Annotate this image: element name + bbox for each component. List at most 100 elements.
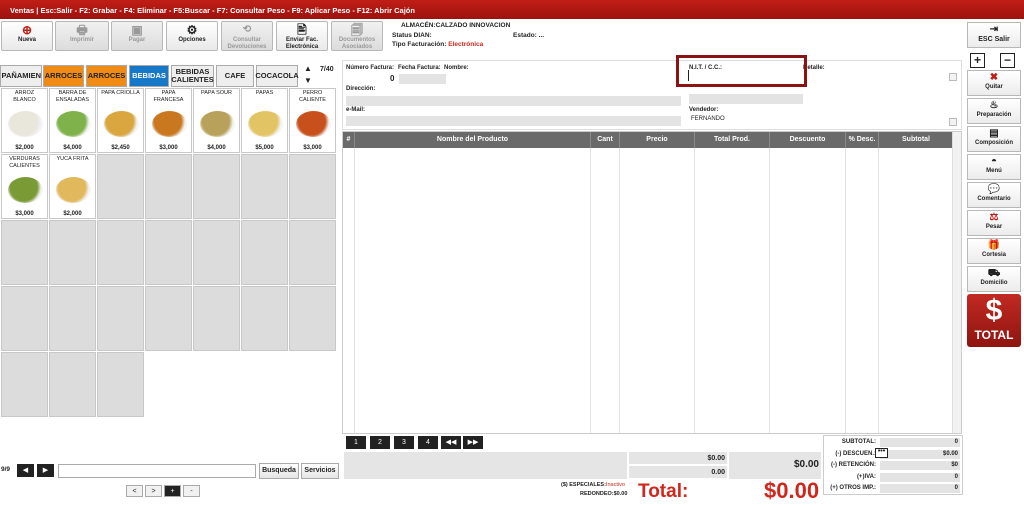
chef-hat-icon: ♨ (989, 100, 999, 111)
table-page-button[interactable]: 3 (394, 436, 414, 449)
product-tile[interactable]: BARRA DE ENSALADAS $4,000 (49, 88, 96, 153)
column-header[interactable]: # (343, 132, 355, 148)
column-header[interactable]: Descuento (770, 132, 846, 148)
product-name: PERRO CALIENTE (299, 90, 326, 103)
product-price: $3,000 (303, 145, 322, 151)
services-button[interactable]: Servicios (301, 463, 339, 479)
detail-scroll-up[interactable] (949, 73, 957, 81)
product-name: YUCA FRITA (56, 156, 89, 162)
product-tile[interactable]: YUCA FRITA $2,000 (49, 154, 96, 219)
category-up-icon[interactable]: ▲ (304, 64, 312, 73)
summary-label: SUBTOTAL: (841, 439, 876, 445)
next-page-button[interactable]: ▶ (37, 464, 54, 477)
email-field[interactable] (346, 116, 681, 126)
menu-button[interactable]: ◓ Menú (967, 154, 1021, 180)
print-button[interactable]: 🖶 Imprimir (55, 21, 109, 51)
category-tab[interactable]: MPAÑAMIEN (0, 65, 42, 87)
truck-icon: ⛟ (987, 268, 1001, 279)
empty-tile (193, 286, 240, 351)
phone-field[interactable] (689, 94, 803, 104)
gear-icon: ⚙ (186, 23, 198, 37)
product-price: $4,000 (207, 145, 226, 151)
detail-field[interactable] (803, 73, 953, 127)
column-header[interactable]: % Desc. (846, 132, 879, 148)
column-header[interactable]: Cant (591, 132, 620, 148)
nit-input[interactable] (688, 70, 804, 81)
column-header[interactable]: Subtotal (879, 132, 954, 148)
empty-tile (49, 286, 96, 351)
zoom-in-button[interactable]: + (164, 485, 181, 497)
column-header[interactable]: Total Prod. (695, 132, 770, 148)
weigh-button[interactable]: ⚖ Pesar (967, 210, 1021, 236)
send-electronic-invoice-button[interactable]: 🖹 Enviar Fac. Electrónica (276, 21, 328, 51)
search-input[interactable] (58, 464, 256, 478)
total-button[interactable]: $ TOTAL (967, 294, 1021, 347)
scroll-left-button[interactable]: < (126, 485, 143, 497)
search-button[interactable]: Busqueda (259, 463, 299, 479)
category-tab[interactable]: CAFE (216, 65, 254, 87)
associated-documents-button[interactable]: 🗐 Documentos Asociados (331, 21, 383, 51)
empty-tile (241, 286, 288, 351)
prev-page-button[interactable]: ◀ (17, 464, 34, 477)
category-down-icon[interactable]: ▼ (304, 76, 312, 85)
table-column (591, 148, 620, 433)
column-header[interactable]: Nombre del Producto (355, 132, 591, 148)
remove-button[interactable]: ✖ Quitar (967, 70, 1021, 96)
product-price: $2,000 (63, 211, 82, 217)
table-scrollbar[interactable] (952, 132, 961, 433)
category-tab[interactable]: ARROCES (86, 65, 127, 87)
table-last-button[interactable]: ▶▶ (463, 436, 483, 449)
zoom-out-button[interactable]: - (183, 485, 200, 497)
detail-scroll-down[interactable] (949, 118, 957, 126)
invoice-date-field[interactable] (399, 74, 446, 84)
category-tab[interactable]: COCACOLA (255, 65, 299, 87)
preparation-label: Preparación (976, 112, 1012, 118)
discount-more-icon[interactable]: ••• (875, 448, 888, 458)
consult-returns-button[interactable]: ⟲ Consultar Devoluciones (221, 21, 273, 51)
comment-button[interactable]: 💬 Comentario (967, 182, 1021, 208)
product-tile[interactable]: ARROZ BLANCO $2,000 (1, 88, 48, 153)
product-image (152, 111, 187, 137)
increase-button[interactable]: + (970, 53, 985, 68)
product-tile[interactable]: PAPA FRANCESA $3,000 (145, 88, 192, 153)
send-document-icon: 🖹 (297, 23, 307, 37)
preparation-button[interactable]: ♨ Preparación (967, 98, 1021, 124)
product-image (56, 177, 91, 203)
new-button[interactable]: ⊕ Nueva (1, 21, 53, 51)
product-tile[interactable]: PAPA CRIOLLA $2,450 (97, 88, 144, 153)
esc-exit-button[interactable]: ⇥ ESC Salir (967, 22, 1021, 48)
category-tab[interactable]: BEBIDAS (129, 65, 169, 87)
product-tile[interactable]: VERDURAS CALIENTES $3,000 (1, 154, 48, 219)
composition-button[interactable]: ▤ Composición (967, 126, 1021, 152)
empty-tile (289, 286, 336, 351)
column-header[interactable]: Precio (620, 132, 695, 148)
product-tile[interactable]: PERRO CALIENTE $3,000 (289, 88, 336, 153)
address-field[interactable] (346, 96, 681, 106)
product-tile[interactable]: PAPAS $5,000 (241, 88, 288, 153)
product-tile[interactable]: PAPA SOUR $4,000 (193, 88, 240, 153)
gift-icon: 🎁 (987, 240, 1001, 251)
empty-tile (1, 220, 48, 285)
table-page-button[interactable]: 1 (346, 436, 366, 449)
send-electronic-invoice-label: Enviar Fac. Electrónica (285, 37, 319, 50)
pay-button[interactable]: ▣ Pagar (111, 21, 163, 51)
decrease-button[interactable]: − (1000, 53, 1015, 68)
category-tab[interactable]: BEBIDAS CALIENTES (171, 65, 214, 87)
options-button[interactable]: ⚙ Opciones (166, 21, 218, 51)
options-label: Opciones (178, 37, 206, 43)
category-tab[interactable]: ARROCES (43, 65, 84, 87)
table-column (695, 148, 770, 433)
table-first-button[interactable]: ◀◀ (441, 436, 461, 449)
category-bar: MPAÑAMIEN ARROCES ARROCES BEBIDAS BEBIDA… (0, 62, 340, 88)
list-icon: ▤ (989, 128, 999, 139)
summary-label: (-) DESCUEN.: (835, 450, 876, 457)
summary-value: 0 (880, 484, 960, 493)
category-nav: ▲ ▼ 7/40 (300, 64, 340, 88)
scroll-right-button[interactable]: > (145, 485, 162, 497)
courtesy-button[interactable]: 🎁 Cortesia (967, 238, 1021, 264)
delivery-button[interactable]: ⛟ Domicilio (967, 266, 1021, 292)
table-page-button[interactable]: 4 (418, 436, 438, 449)
seller-value[interactable]: FERNANDO (691, 116, 725, 122)
table-page-button[interactable]: 2 (370, 436, 390, 449)
table-column (770, 148, 846, 433)
